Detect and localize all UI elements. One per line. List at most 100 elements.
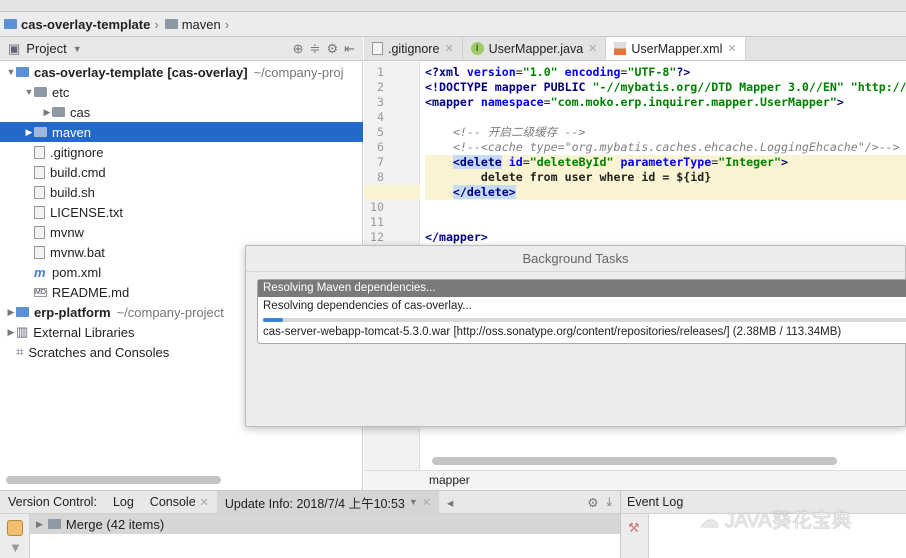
changes-icon[interactable] bbox=[7, 520, 23, 536]
folder-icon bbox=[47, 519, 61, 529]
breadcrumb: cas-overlay-template › maven › bbox=[0, 12, 906, 37]
dropdown-icon[interactable]: ▼ bbox=[409, 497, 418, 507]
watermark: ☁ JAVA葵花宝典 bbox=[699, 510, 852, 532]
tab-usermapper-java[interactable]: I UserMapper.java ✕ bbox=[463, 37, 607, 60]
progress-fill bbox=[263, 318, 283, 322]
project-icon: ▣ bbox=[8, 40, 21, 56]
line-number: 4 bbox=[377, 110, 384, 124]
markdown-icon: MD bbox=[34, 287, 47, 297]
line-number: 3 bbox=[377, 95, 384, 109]
update-info-panel: ▼ ▶ Merge (42 items) bbox=[0, 514, 620, 558]
tree-item-label: erp-platform bbox=[34, 304, 111, 320]
tree-item[interactable]: ▼ cas-overlay-template [cas-overlay] ~/comp… bbox=[0, 62, 363, 82]
task-file: cas-server-webapp-tomcat-5.3.0.war [http… bbox=[263, 326, 842, 338]
tree-item-label: .gitignore bbox=[50, 144, 104, 160]
interface-icon: I bbox=[470, 42, 484, 55]
file-icon bbox=[34, 165, 45, 179]
file-icon bbox=[34, 225, 45, 239]
task-detail: Resolving dependencies of cas-overlay... bbox=[263, 300, 472, 312]
module-path: ~/company-proj bbox=[253, 64, 344, 80]
scratch-icon: ⌗ bbox=[16, 344, 24, 359]
close-icon[interactable]: ✕ bbox=[422, 496, 431, 509]
code-line: <?xml version="1.0" encoding="UTF-8"?> bbox=[425, 65, 691, 79]
project-view-selector[interactable]: Project bbox=[26, 41, 66, 56]
editor-breadcrumb[interactable]: mapper bbox=[364, 470, 906, 490]
module-icon bbox=[16, 67, 29, 77]
filter-icon[interactable]: ▼ bbox=[9, 540, 29, 555]
xml-file-icon bbox=[614, 42, 627, 55]
hide-panel-icon[interactable]: ⤓ bbox=[606, 495, 612, 510]
hide-icon[interactable]: ⇤ bbox=[344, 41, 355, 57]
collapse-icon[interactable]: ≑ bbox=[310, 41, 321, 57]
expanded-arrow-icon[interactable]: ▼ bbox=[24, 87, 34, 97]
code-line: <!--<cache type="org.mybatis.caches.ehca… bbox=[425, 140, 900, 154]
dialog-title: Background Tasks bbox=[246, 246, 905, 272]
line-number: 6 bbox=[377, 140, 384, 154]
main-toolbar bbox=[0, 0, 906, 12]
locate-icon[interactable]: ⊕ bbox=[293, 41, 304, 57]
tree-item[interactable]: LICENSE.txt bbox=[0, 202, 363, 222]
side-toolbar: ▼ bbox=[0, 514, 30, 558]
code-line: <mapper namespace="com.moko.erp.inquirer… bbox=[425, 95, 844, 109]
gear-icon[interactable]: ⚙ bbox=[587, 495, 598, 510]
tree-item[interactable]: mvnw bbox=[0, 222, 363, 242]
close-icon[interactable]: ✕ bbox=[200, 496, 209, 509]
editor-horizontal-scrollbar[interactable] bbox=[432, 457, 837, 465]
collapsed-arrow-icon[interactable]: ▶ bbox=[6, 307, 16, 318]
tree-item-label: pom.xml bbox=[52, 264, 102, 280]
collapsed-arrow-icon[interactable]: ▶ bbox=[42, 107, 52, 118]
tree-item[interactable]: build.cmd bbox=[0, 162, 363, 182]
tab-log[interactable]: Log bbox=[105, 491, 142, 513]
collapsed-arrow-icon[interactable]: ▶ bbox=[6, 327, 16, 338]
background-tasks-dialog: Background Tasks Resolving Maven depende… bbox=[245, 245, 906, 427]
tab-usermapper-xml[interactable]: UserMapper.xml ✕ bbox=[606, 37, 746, 60]
tree-item-label: mvnw bbox=[50, 224, 84, 240]
tree-item[interactable]: build.sh bbox=[0, 182, 363, 202]
tree-item-label: cas-overlay-template bbox=[34, 64, 164, 80]
tab-console[interactable]: Console ✕ bbox=[142, 491, 217, 513]
project-panel-header: ▣ Project ▼ ⊕ ≑ ⚙ ⇤ bbox=[0, 37, 363, 61]
tree-horizontal-scrollbar[interactable] bbox=[6, 476, 221, 484]
progress-bar bbox=[263, 318, 906, 322]
close-icon[interactable]: ✕ bbox=[727, 42, 736, 55]
tree-item-label: README.md bbox=[51, 284, 130, 300]
module-name: [cas-overlay] bbox=[167, 64, 248, 80]
code-line: delete from user where id = ${id} bbox=[425, 170, 906, 185]
tree-item[interactable]: .gitignore bbox=[0, 142, 363, 162]
code-line: </mapper> bbox=[425, 230, 488, 244]
settings-icon[interactable]: ⚒ bbox=[628, 520, 648, 536]
tree-item-label: maven bbox=[52, 124, 92, 140]
code-line: <delete id="deleteById" parameterType="I… bbox=[425, 155, 906, 170]
expanded-arrow-icon[interactable]: ▼ bbox=[6, 67, 16, 77]
close-icon[interactable]: ✕ bbox=[444, 42, 453, 55]
scroll-left-icon[interactable]: ◂ bbox=[447, 495, 453, 510]
close-icon[interactable]: ✕ bbox=[588, 42, 597, 55]
tree-item-label: cas bbox=[70, 104, 91, 120]
expand-arrow-icon[interactable]: ▶ bbox=[36, 519, 43, 530]
line-number: 2 bbox=[377, 80, 384, 94]
wechat-icon: ☁ bbox=[699, 510, 725, 532]
tree-item-label: etc bbox=[52, 84, 70, 100]
tab-gitignore[interactable]: .gitignore ✕ bbox=[364, 37, 463, 60]
version-control-label: Version Control: bbox=[8, 495, 97, 509]
collapsed-arrow-icon[interactable]: ▶ bbox=[24, 127, 34, 138]
tree-item[interactable]: ▶ maven bbox=[0, 122, 363, 142]
tree-item-label: build.sh bbox=[50, 184, 95, 200]
task-item: Resolving Maven dependencies... Resolvin… bbox=[257, 279, 906, 344]
merge-tree-item[interactable]: ▶ Merge (42 items) bbox=[30, 514, 620, 534]
file-icon bbox=[34, 145, 45, 159]
event-log-panel: Event Log ⚒ ☁ JAVA葵花宝典 bbox=[620, 490, 906, 558]
tree-item[interactable]: ▶ cas bbox=[0, 102, 363, 122]
gear-icon[interactable]: ⚙ bbox=[326, 41, 338, 57]
bottom-tool-tabs: Version Control: Log Console ✕ Update Inf… bbox=[0, 490, 620, 514]
file-icon bbox=[34, 185, 45, 199]
tab-update-info[interactable]: Update Info: 2018/7/4 上午10:53 ▼ ✕ bbox=[216, 491, 440, 513]
breadcrumb-maven[interactable]: maven › bbox=[164, 17, 229, 32]
tree-item[interactable]: ▼ etc bbox=[0, 82, 363, 102]
task-title: Resolving Maven dependencies... bbox=[258, 280, 906, 297]
line-number: 11 bbox=[370, 215, 384, 229]
breadcrumb-project[interactable]: cas-overlay-template › bbox=[4, 17, 159, 32]
file-icon bbox=[372, 42, 383, 55]
event-log-toolbar: ⚒ bbox=[621, 514, 649, 558]
tree-item-label: External Libraries bbox=[33, 324, 135, 340]
